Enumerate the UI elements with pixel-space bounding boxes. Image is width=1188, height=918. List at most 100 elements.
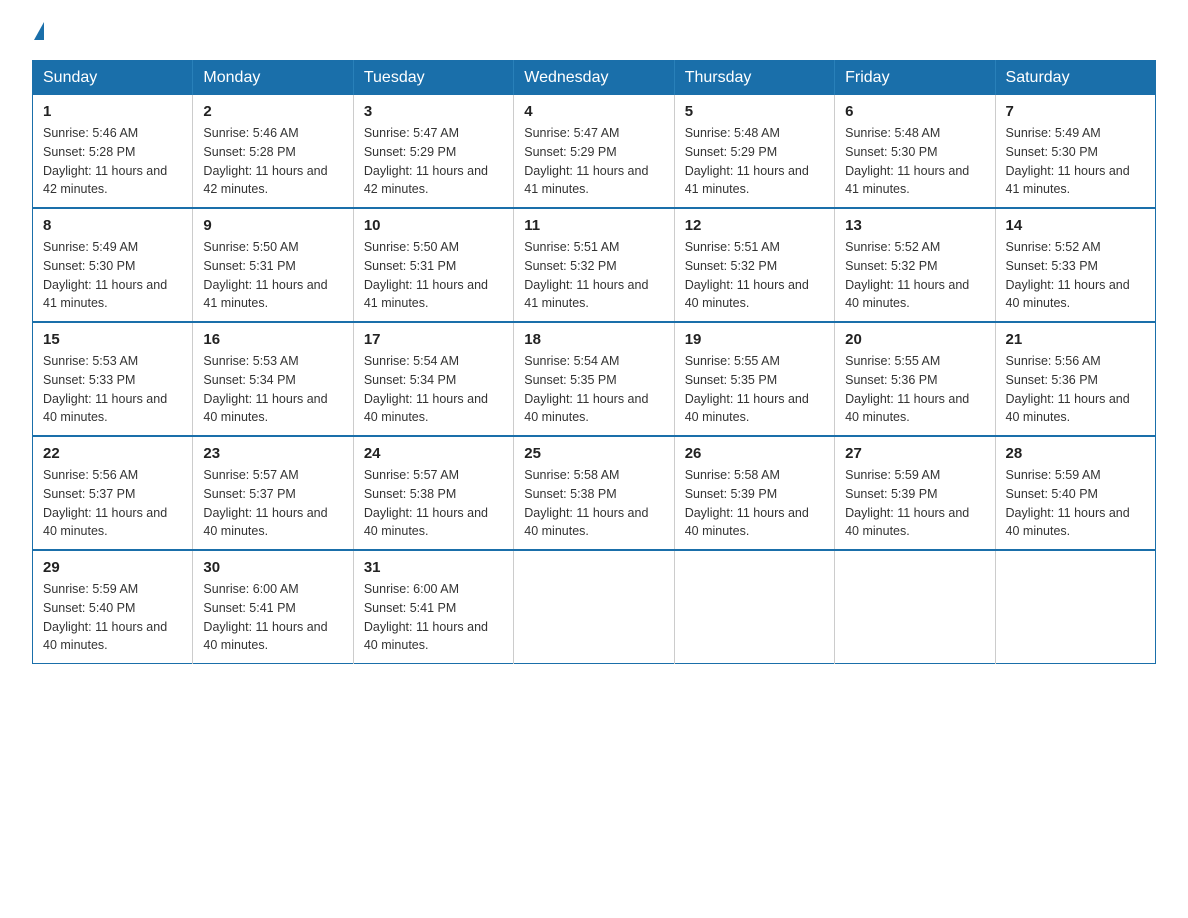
- calendar-cell: 18 Sunrise: 5:54 AMSunset: 5:35 PMDayligh…: [514, 322, 674, 436]
- day-info: Sunrise: 5:59 AMSunset: 5:39 PMDaylight:…: [845, 466, 984, 541]
- day-info: Sunrise: 6:00 AMSunset: 5:41 PMDaylight:…: [364, 580, 503, 655]
- day-number: 5: [685, 103, 824, 120]
- day-number: 20: [845, 331, 984, 348]
- day-info: Sunrise: 5:58 AMSunset: 5:39 PMDaylight:…: [685, 466, 824, 541]
- day-info: Sunrise: 5:59 AMSunset: 5:40 PMDaylight:…: [43, 580, 182, 655]
- week-row-2: 8 Sunrise: 5:49 AMSunset: 5:30 PMDaylight…: [33, 208, 1156, 322]
- day-number: 12: [685, 217, 824, 234]
- day-number: 26: [685, 445, 824, 462]
- day-info: Sunrise: 5:59 AMSunset: 5:40 PMDaylight:…: [1006, 466, 1145, 541]
- day-number: 17: [364, 331, 503, 348]
- calendar-cell: 6 Sunrise: 5:48 AMSunset: 5:30 PMDaylight…: [835, 95, 995, 208]
- calendar-cell: 3 Sunrise: 5:47 AMSunset: 5:29 PMDaylight…: [353, 95, 513, 208]
- week-row-4: 22 Sunrise: 5:56 AMSunset: 5:37 PMDayligh…: [33, 436, 1156, 550]
- weekday-header-row: SundayMondayTuesdayWednesdayThursdayFrid…: [33, 61, 1156, 96]
- calendar-cell: 17 Sunrise: 5:54 AMSunset: 5:34 PMDayligh…: [353, 322, 513, 436]
- day-info: Sunrise: 5:51 AMSunset: 5:32 PMDaylight:…: [685, 238, 824, 313]
- day-info: Sunrise: 5:53 AMSunset: 5:34 PMDaylight:…: [203, 352, 342, 427]
- calendar-cell: 9 Sunrise: 5:50 AMSunset: 5:31 PMDaylight…: [193, 208, 353, 322]
- calendar-cell: 30 Sunrise: 6:00 AMSunset: 5:41 PMDayligh…: [193, 550, 353, 664]
- day-info: Sunrise: 5:50 AMSunset: 5:31 PMDaylight:…: [364, 238, 503, 313]
- calendar-cell: 7 Sunrise: 5:49 AMSunset: 5:30 PMDaylight…: [995, 95, 1155, 208]
- day-info: Sunrise: 5:56 AMSunset: 5:37 PMDaylight:…: [43, 466, 182, 541]
- day-number: 10: [364, 217, 503, 234]
- calendar-cell: 24 Sunrise: 5:57 AMSunset: 5:38 PMDayligh…: [353, 436, 513, 550]
- calendar-cell: 22 Sunrise: 5:56 AMSunset: 5:37 PMDayligh…: [33, 436, 193, 550]
- calendar-cell: 16 Sunrise: 5:53 AMSunset: 5:34 PMDayligh…: [193, 322, 353, 436]
- week-row-5: 29 Sunrise: 5:59 AMSunset: 5:40 PMDayligh…: [33, 550, 1156, 664]
- day-number: 31: [364, 559, 503, 576]
- weekday-header-saturday: Saturday: [995, 61, 1155, 96]
- day-info: Sunrise: 5:48 AMSunset: 5:29 PMDaylight:…: [685, 124, 824, 199]
- page-header: [32, 24, 1156, 42]
- calendar-cell: 19Sunrise: 5:55 AMSunset: 5:35 PMDayligh…: [674, 322, 834, 436]
- calendar-cell: 5 Sunrise: 5:48 AMSunset: 5:29 PMDaylight…: [674, 95, 834, 208]
- day-number: 4: [524, 103, 663, 120]
- calendar-cell: 20Sunrise: 5:55 AMSunset: 5:36 PMDayligh…: [835, 322, 995, 436]
- weekday-header-sunday: Sunday: [33, 61, 193, 96]
- day-info: Sunrise: 5:48 AMSunset: 5:30 PMDaylight:…: [845, 124, 984, 199]
- day-number: 18: [524, 331, 663, 348]
- day-info: Sunrise: 5:51 AMSunset: 5:32 PMDaylight:…: [524, 238, 663, 313]
- day-info: Sunrise: 5:57 AMSunset: 5:37 PMDaylight:…: [203, 466, 342, 541]
- day-info: Sunrise: 5:50 AMSunset: 5:31 PMDaylight:…: [203, 238, 342, 313]
- day-number: 9: [203, 217, 342, 234]
- day-info: Sunrise: 5:55 AMSunset: 5:35 PMDaylight:…: [685, 352, 824, 427]
- day-info: Sunrise: 5:49 AMSunset: 5:30 PMDaylight:…: [1006, 124, 1145, 199]
- day-info: Sunrise: 5:54 AMSunset: 5:34 PMDaylight:…: [364, 352, 503, 427]
- day-info: Sunrise: 5:53 AMSunset: 5:33 PMDaylight:…: [43, 352, 182, 427]
- calendar-cell: 11 Sunrise: 5:51 AMSunset: 5:32 PMDayligh…: [514, 208, 674, 322]
- weekday-header-thursday: Thursday: [674, 61, 834, 96]
- day-number: 8: [43, 217, 182, 234]
- day-info: Sunrise: 5:47 AMSunset: 5:29 PMDaylight:…: [524, 124, 663, 199]
- day-info: Sunrise: 5:49 AMSunset: 5:30 PMDaylight:…: [43, 238, 182, 313]
- calendar-cell: 25 Sunrise: 5:58 AMSunset: 5:38 PMDayligh…: [514, 436, 674, 550]
- logo: [32, 24, 46, 42]
- calendar-cell: 2 Sunrise: 5:46 AMSunset: 5:28 PMDaylight…: [193, 95, 353, 208]
- day-number: 29: [43, 559, 182, 576]
- day-info: Sunrise: 5:58 AMSunset: 5:38 PMDaylight:…: [524, 466, 663, 541]
- day-number: 3: [364, 103, 503, 120]
- day-number: 11: [524, 217, 663, 234]
- day-number: 24: [364, 445, 503, 462]
- day-number: 7: [1006, 103, 1145, 120]
- day-number: 1: [43, 103, 182, 120]
- calendar-cell: 21 Sunrise: 5:56 AMSunset: 5:36 PMDayligh…: [995, 322, 1155, 436]
- day-number: 25: [524, 445, 663, 462]
- weekday-header-wednesday: Wednesday: [514, 61, 674, 96]
- day-number: 2: [203, 103, 342, 120]
- calendar-cell: [674, 550, 834, 664]
- day-number: 15: [43, 331, 182, 348]
- day-info: Sunrise: 6:00 AMSunset: 5:41 PMDaylight:…: [203, 580, 342, 655]
- day-number: 16: [203, 331, 342, 348]
- week-row-1: 1 Sunrise: 5:46 AMSunset: 5:28 PMDaylight…: [33, 95, 1156, 208]
- calendar-cell: 28Sunrise: 5:59 AMSunset: 5:40 PMDayligh…: [995, 436, 1155, 550]
- calendar-cell: 13Sunrise: 5:52 AMSunset: 5:32 PMDayligh…: [835, 208, 995, 322]
- day-number: 6: [845, 103, 984, 120]
- day-info: Sunrise: 5:52 AMSunset: 5:33 PMDaylight:…: [1006, 238, 1145, 313]
- week-row-3: 15 Sunrise: 5:53 AMSunset: 5:33 PMDayligh…: [33, 322, 1156, 436]
- calendar-cell: 27 Sunrise: 5:59 AMSunset: 5:39 PMDayligh…: [835, 436, 995, 550]
- day-number: 27: [845, 445, 984, 462]
- calendar-cell: [995, 550, 1155, 664]
- day-info: Sunrise: 5:46 AMSunset: 5:28 PMDaylight:…: [43, 124, 182, 199]
- calendar-cell: 26 Sunrise: 5:58 AMSunset: 5:39 PMDayligh…: [674, 436, 834, 550]
- day-info: Sunrise: 5:46 AMSunset: 5:28 PMDaylight:…: [203, 124, 342, 199]
- calendar-cell: 31 Sunrise: 6:00 AMSunset: 5:41 PMDayligh…: [353, 550, 513, 664]
- day-number: 22: [43, 445, 182, 462]
- day-info: Sunrise: 5:52 AMSunset: 5:32 PMDaylight:…: [845, 238, 984, 313]
- day-number: 23: [203, 445, 342, 462]
- day-info: Sunrise: 5:54 AMSunset: 5:35 PMDaylight:…: [524, 352, 663, 427]
- calendar-table: SundayMondayTuesdayWednesdayThursdayFrid…: [32, 60, 1156, 664]
- weekday-header-tuesday: Tuesday: [353, 61, 513, 96]
- day-info: Sunrise: 5:47 AMSunset: 5:29 PMDaylight:…: [364, 124, 503, 199]
- day-info: Sunrise: 5:56 AMSunset: 5:36 PMDaylight:…: [1006, 352, 1145, 427]
- calendar-cell: 14Sunrise: 5:52 AMSunset: 5:33 PMDayligh…: [995, 208, 1155, 322]
- calendar-cell: 15 Sunrise: 5:53 AMSunset: 5:33 PMDayligh…: [33, 322, 193, 436]
- day-number: 21: [1006, 331, 1145, 348]
- calendar-cell: 8 Sunrise: 5:49 AMSunset: 5:30 PMDaylight…: [33, 208, 193, 322]
- calendar-cell: [835, 550, 995, 664]
- calendar-cell: 1 Sunrise: 5:46 AMSunset: 5:28 PMDaylight…: [33, 95, 193, 208]
- day-info: Sunrise: 5:57 AMSunset: 5:38 PMDaylight:…: [364, 466, 503, 541]
- day-number: 30: [203, 559, 342, 576]
